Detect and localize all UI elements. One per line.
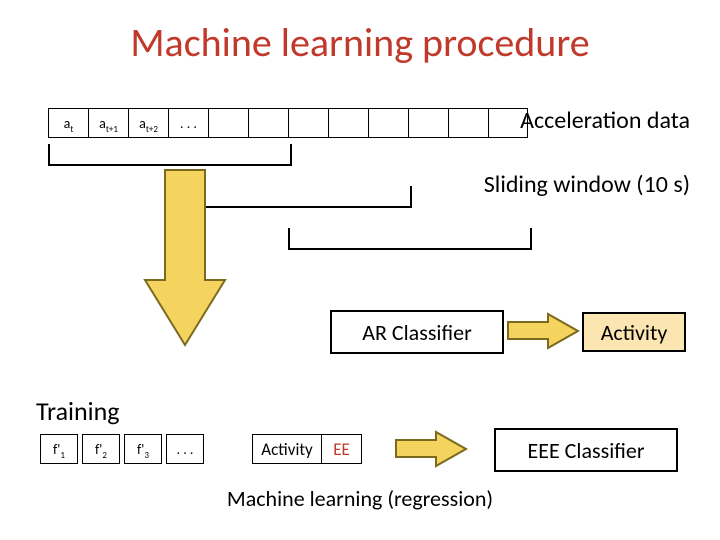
- data-cell: at: [48, 108, 88, 138]
- feature-cell: f'2: [82, 434, 120, 464]
- training-label: Training: [36, 395, 120, 427]
- acceleration-label: Acceleration data: [520, 106, 690, 135]
- feature-cell: f'3: [124, 434, 162, 464]
- data-cell: [408, 108, 448, 138]
- bracket-1: [48, 144, 292, 166]
- data-cell: [288, 108, 328, 138]
- data-cell: . . .: [168, 108, 208, 138]
- feature-cells: f'1f'2f'3. . .: [40, 434, 208, 464]
- data-cell: [208, 108, 248, 138]
- ml-regression-label: Machine learning (regression): [0, 485, 720, 512]
- data-cell: [328, 108, 368, 138]
- feature-cell: . . .: [166, 434, 204, 464]
- activity-box: Activity: [582, 312, 686, 352]
- right-arrow-icon: [508, 314, 578, 348]
- ar-classifier-box: AR Classifier: [330, 310, 504, 354]
- ee-cell: EE: [322, 434, 362, 464]
- page-title: Machine learning procedure: [0, 18, 720, 67]
- data-cell: at+2: [128, 108, 168, 138]
- data-cell: at+1: [88, 108, 128, 138]
- down-arrow-icon: [145, 170, 225, 350]
- data-cell: [448, 108, 488, 138]
- sliding-window-label: Sliding window (10 s): [484, 170, 690, 199]
- data-cell: [368, 108, 408, 138]
- bracket-3: [288, 228, 532, 250]
- activity-ee-pair: Activity EE: [252, 434, 362, 464]
- right-arrow-icon-2: [396, 432, 466, 466]
- acceleration-cells: atat+1at+2. . .: [48, 108, 528, 138]
- eee-classifier-box: EEE Classifier: [494, 428, 678, 472]
- feature-cell: f'1: [40, 434, 78, 464]
- activity-cell: Activity: [252, 434, 322, 464]
- data-cell: [248, 108, 288, 138]
